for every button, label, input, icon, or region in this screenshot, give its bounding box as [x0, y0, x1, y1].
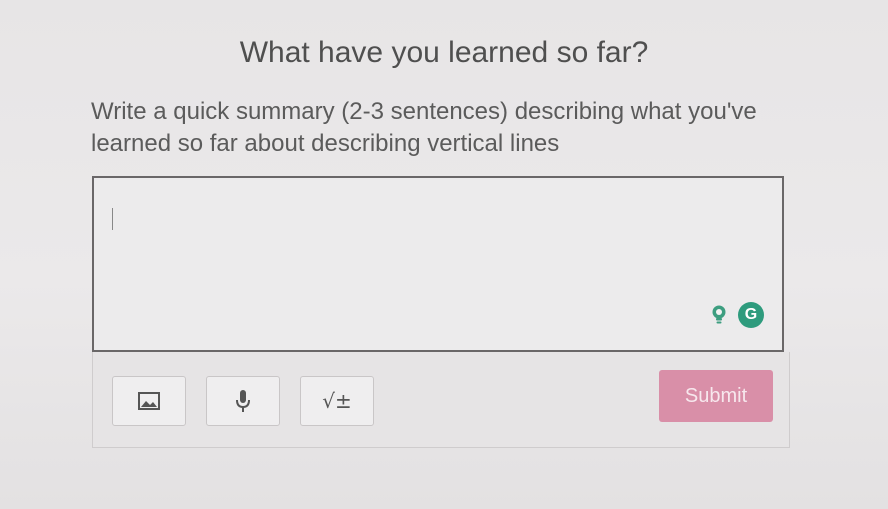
answer-text-area[interactable]: G [92, 176, 784, 352]
grammarly-icon[interactable]: G [738, 302, 764, 328]
answer-toolbar: √± Submit [92, 352, 790, 448]
page-title: What have you learned so far? [239, 36, 649, 69]
text-caret [112, 208, 113, 230]
lightbulb-icon[interactable] [706, 302, 732, 328]
submit-button[interactable]: Submit [659, 370, 773, 422]
question-prompt: Write a quick summary (2-3 sentences) de… [91, 98, 757, 157]
record-audio-button[interactable] [206, 376, 280, 426]
math-symbol-label: √± [322, 389, 352, 413]
microphone-icon [236, 390, 250, 412]
insert-image-button[interactable] [112, 376, 186, 426]
image-icon [138, 392, 160, 410]
math-input-button[interactable]: √± [300, 376, 374, 426]
